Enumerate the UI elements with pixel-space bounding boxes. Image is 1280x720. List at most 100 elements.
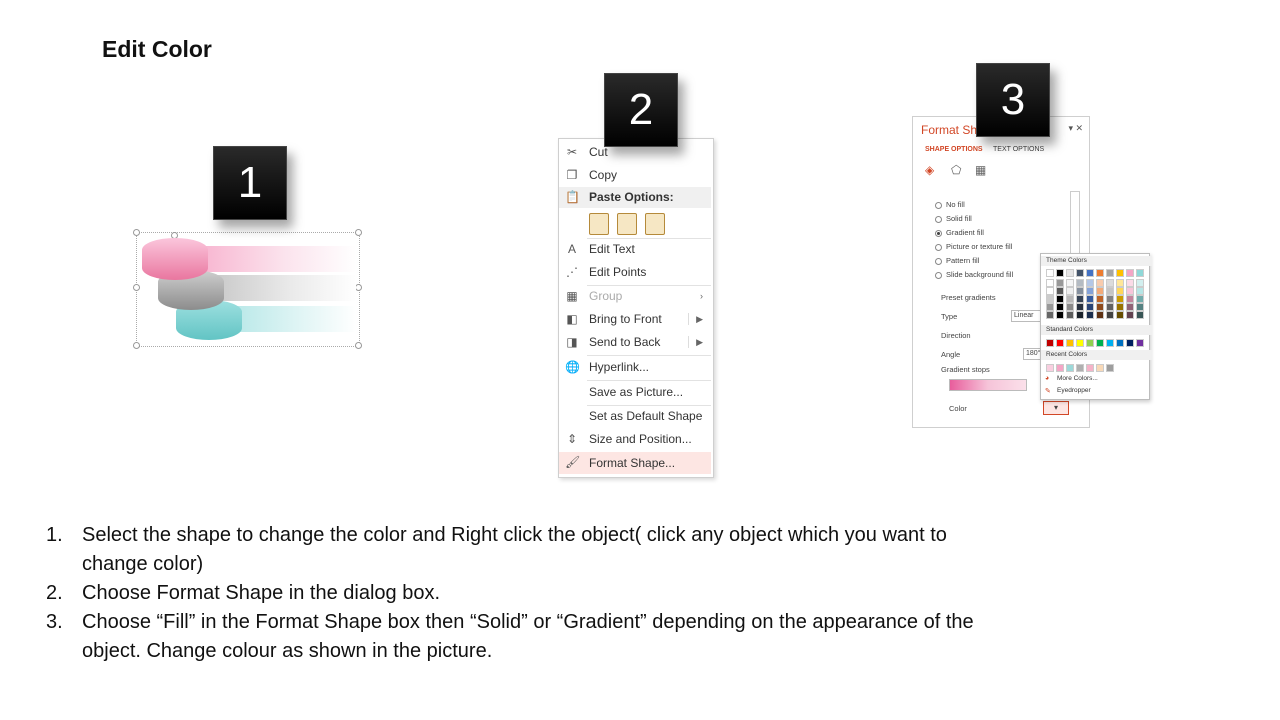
chevron-right-icon[interactable]: ▶ (696, 332, 703, 352)
type-select[interactable]: Linear (1011, 310, 1043, 322)
theme-color-swatch[interactable] (1076, 303, 1084, 311)
theme-color-swatch[interactable] (1086, 287, 1094, 295)
theme-color-swatch[interactable] (1086, 279, 1094, 287)
theme-color-swatch[interactable] (1136, 295, 1144, 303)
menu-item-bring-to-front[interactable]: ◧ Bring to Front ▶ (559, 309, 711, 329)
radio-button[interactable] (935, 243, 942, 251)
theme-color-swatch[interactable] (1086, 311, 1094, 319)
menu-item-group[interactable]: ▦ Group › (559, 286, 711, 306)
radio-button[interactable] (935, 215, 942, 223)
theme-color-swatch[interactable] (1086, 303, 1094, 311)
standard-color-swatch[interactable] (1126, 339, 1134, 347)
theme-color-swatch[interactable] (1076, 311, 1084, 319)
theme-color-swatch[interactable] (1136, 303, 1144, 311)
theme-color-swatch[interactable] (1136, 311, 1144, 319)
theme-color-swatch[interactable] (1066, 311, 1074, 319)
theme-color-swatch[interactable] (1096, 303, 1104, 311)
menu-item-size-and-position[interactable]: ⇕ Size and Position... (559, 429, 711, 449)
theme-color-swatch[interactable] (1056, 303, 1064, 311)
radio-solid-fill[interactable]: Solid fill (935, 214, 972, 223)
menu-item-send-to-back[interactable]: ◨ Send to Back ▶ (559, 332, 711, 352)
size-properties-icon[interactable]: ▦ (975, 163, 986, 177)
theme-color-swatch[interactable] (1116, 303, 1124, 311)
theme-color-swatch[interactable] (1106, 303, 1114, 311)
tab-text-options[interactable]: TEXT OPTIONS (993, 146, 1044, 153)
standard-color-swatch[interactable] (1136, 339, 1144, 347)
recent-color-swatch[interactable] (1086, 364, 1094, 372)
theme-color-swatch[interactable] (1116, 279, 1124, 287)
theme-color-swatch[interactable] (1076, 269, 1084, 277)
radio-button[interactable] (935, 201, 942, 209)
theme-color-swatch[interactable] (1076, 287, 1084, 295)
theme-color-swatch[interactable] (1056, 295, 1064, 303)
shape-illustration[interactable] (133, 229, 362, 349)
standard-color-swatch[interactable] (1076, 339, 1084, 347)
theme-color-swatch[interactable] (1086, 295, 1094, 303)
theme-color-swatch[interactable] (1066, 279, 1074, 287)
theme-color-swatch[interactable] (1066, 295, 1074, 303)
theme-color-swatch[interactable] (1066, 287, 1074, 295)
theme-color-swatch[interactable] (1056, 311, 1064, 319)
standard-color-swatch[interactable] (1066, 339, 1074, 347)
theme-color-swatch[interactable] (1126, 287, 1134, 295)
pane-close-icon[interactable]: ▾ ✕ (1068, 123, 1083, 134)
theme-color-swatch[interactable] (1116, 269, 1124, 277)
resize-handle[interactable] (355, 342, 362, 349)
resize-handle[interactable] (355, 284, 362, 291)
fill-line-icon[interactable]: ◈ (925, 163, 934, 177)
pink-disc[interactable] (142, 238, 208, 280)
theme-color-swatch[interactable] (1056, 279, 1064, 287)
recent-color-swatch[interactable] (1046, 364, 1054, 372)
theme-color-swatch[interactable] (1126, 269, 1134, 277)
radio-picture-fill[interactable]: Picture or texture fill (935, 242, 1012, 251)
standard-color-swatch[interactable] (1086, 339, 1094, 347)
resize-handle[interactable] (355, 229, 362, 236)
theme-color-swatch[interactable] (1136, 287, 1144, 295)
radio-no-fill[interactable]: No fill (935, 200, 965, 209)
theme-color-swatch[interactable] (1106, 287, 1114, 295)
theme-color-swatch[interactable] (1106, 269, 1114, 277)
theme-color-swatch[interactable] (1046, 303, 1054, 311)
theme-color-swatch[interactable] (1066, 269, 1074, 277)
theme-color-swatch[interactable] (1126, 311, 1134, 319)
theme-color-swatch[interactable] (1096, 269, 1104, 277)
recent-color-swatch[interactable] (1096, 364, 1104, 372)
context-menu[interactable]: ✂ Cut ❐ Copy 📋 Paste Options: A Edit Tex… (558, 138, 714, 478)
color-palette-dropdown[interactable]: Theme Colors Standard Colors Recent Colo… (1040, 253, 1152, 400)
theme-color-swatch[interactable] (1136, 269, 1144, 277)
radio-gradient-fill[interactable]: Gradient fill (935, 228, 984, 237)
paste-keep-source-icon[interactable] (589, 213, 609, 235)
theme-color-swatch[interactable] (1046, 311, 1054, 319)
theme-color-swatch[interactable] (1046, 295, 1054, 303)
radio-button[interactable] (935, 229, 942, 237)
theme-color-swatch[interactable] (1096, 279, 1104, 287)
theme-color-swatch[interactable] (1116, 287, 1124, 295)
more-colors-link[interactable]: More Colors... (1057, 375, 1098, 382)
recent-color-swatch[interactable] (1076, 364, 1084, 372)
paste-picture-icon[interactable] (645, 213, 665, 235)
standard-color-swatch[interactable] (1106, 339, 1114, 347)
theme-color-swatch[interactable] (1046, 287, 1054, 295)
resize-handle[interactable] (133, 342, 140, 349)
theme-color-swatch[interactable] (1106, 311, 1114, 319)
gradient-stops-bar[interactable] (949, 379, 1027, 391)
theme-color-swatch[interactable] (1076, 279, 1084, 287)
theme-color-swatch[interactable] (1096, 287, 1104, 295)
theme-color-swatch[interactable] (1126, 295, 1134, 303)
paste-text-only-icon[interactable] (617, 213, 637, 235)
theme-color-swatch[interactable] (1056, 269, 1064, 277)
standard-color-swatch[interactable] (1096, 339, 1104, 347)
standard-color-swatch[interactable] (1056, 339, 1064, 347)
resize-handle[interactable] (133, 229, 140, 236)
radio-slide-background-fill[interactable]: Slide background fill (935, 270, 1013, 279)
eyedropper-link[interactable]: Eyedropper (1057, 387, 1091, 394)
radio-button[interactable] (935, 257, 942, 265)
chevron-right-icon[interactable]: ▶ (696, 309, 703, 329)
theme-color-swatch[interactable] (1056, 287, 1064, 295)
theme-color-swatch[interactable] (1116, 311, 1124, 319)
recent-color-swatch[interactable] (1056, 364, 1064, 372)
theme-color-swatch[interactable] (1066, 303, 1074, 311)
theme-color-swatch[interactable] (1096, 311, 1104, 319)
theme-color-swatch[interactable] (1126, 303, 1134, 311)
theme-color-swatch[interactable] (1106, 295, 1114, 303)
